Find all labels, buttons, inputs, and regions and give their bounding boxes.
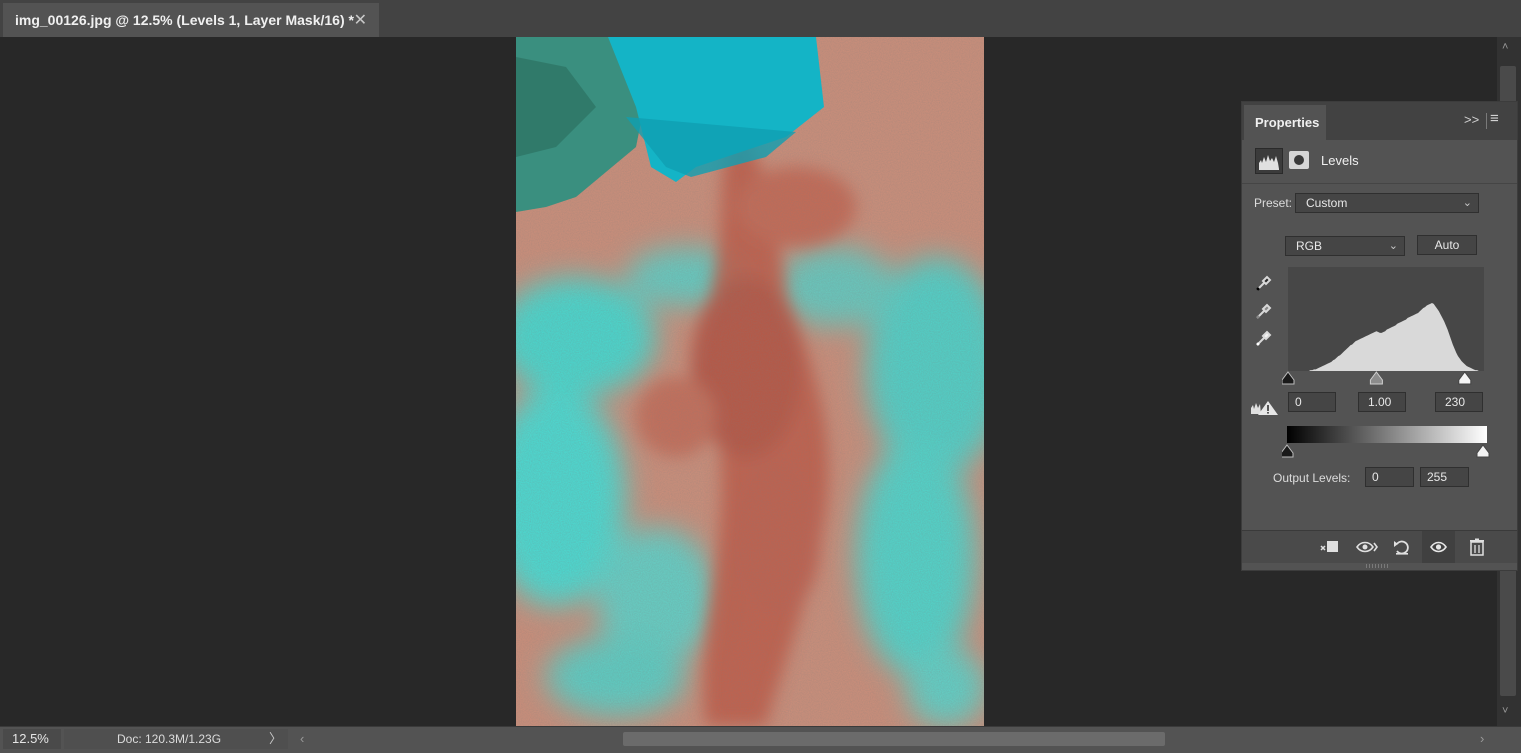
preset-value: Custom (1306, 196, 1348, 210)
input-gamma-slider (1369, 371, 1383, 385)
chevron-down-icon: ⌄ (1388, 240, 1398, 252)
adjustment-header: Levels (1242, 140, 1517, 184)
output-sliders[interactable] (1282, 443, 1492, 459)
reset-adjustment-icon[interactable] (1392, 538, 1412, 556)
properties-panel-header: Properties >> ≡ (1242, 102, 1517, 140)
header-divider (1486, 113, 1487, 129)
preset-select[interactable]: Custom ⌄ (1295, 193, 1479, 213)
input-gamma-field[interactable]: 1.00 (1358, 392, 1406, 412)
close-tab-icon[interactable]: ✕ (354, 10, 367, 30)
auto-button[interactable]: Auto (1417, 235, 1477, 255)
layer-mask-icon[interactable] (1289, 151, 1309, 169)
view-previous-state-icon[interactable] (1355, 538, 1379, 556)
input-white-slider (1458, 371, 1472, 385)
output-black-field[interactable]: 0 (1365, 467, 1414, 487)
scroll-up-icon[interactable]: ˄ (1502, 41, 1508, 53)
scroll-left-icon[interactable]: ‹ (300, 731, 304, 746)
horizontal-scroll-thumb[interactable] (623, 732, 1165, 746)
document-tab-title: img_00126.jpg @ 12.5% (Levels 1, Layer M… (15, 12, 354, 28)
output-levels-label: Output Levels: (1273, 471, 1351, 485)
horizontal-scrollbar[interactable]: ‹ › (296, 729, 1496, 749)
histogram-chart (1288, 303, 1484, 371)
clipping-warning-icon[interactable] (1250, 399, 1280, 417)
panel-footer (1242, 530, 1517, 563)
white-point-eyedropper-icon[interactable] (1254, 328, 1274, 348)
histogram-area (1288, 303, 1484, 371)
status-bar: 12.5% Doc: 120.3M/1.23G 〉 ‹ › (0, 726, 1521, 753)
toggle-visibility-button[interactable] (1422, 531, 1455, 563)
input-sliders[interactable] (1282, 370, 1492, 386)
output-black-slider (1282, 444, 1294, 458)
input-black-field[interactable]: 0 (1288, 392, 1336, 412)
scroll-right-icon[interactable]: › (1480, 731, 1484, 746)
doc-size-text: Doc: 120.3M/1.23G (117, 732, 222, 746)
output-white-slider (1476, 444, 1490, 458)
chevron-right-icon[interactable]: 〉 (269, 729, 282, 749)
document-tab-bar: img_00126.jpg @ 12.5% (Levels 1, Layer M… (0, 0, 1521, 37)
black-point-eyedropper-icon[interactable] (1254, 273, 1274, 293)
panel-menu-icon[interactable]: ≡ (1490, 110, 1499, 127)
adjustment-title: Levels (1321, 153, 1359, 168)
preset-label: Preset: (1254, 196, 1293, 210)
eye-icon (1430, 541, 1447, 553)
document-image[interactable] (516, 37, 984, 726)
chevron-down-icon: ⌄ (1462, 197, 1472, 209)
zoom-level-field[interactable]: 12.5% (3, 729, 61, 749)
scroll-down-icon[interactable]: ˅ (1502, 705, 1508, 717)
levels-adjustment-icon[interactable] (1255, 148, 1283, 174)
properties-panel: Properties >> ≡ Levels Preset: Custom ⌄ … (1241, 101, 1518, 571)
doc-size-info[interactable]: Doc: 120.3M/1.23G 〉 (64, 729, 288, 749)
clip-to-layer-icon[interactable] (1318, 538, 1338, 556)
expand-panel-icon[interactable]: >> (1464, 112, 1479, 127)
document-image-render (516, 37, 984, 726)
channel-select[interactable]: RGB ⌄ (1285, 236, 1405, 256)
input-black-slider (1282, 371, 1295, 385)
output-gradient-bar (1287, 426, 1487, 443)
panel-resize-grip[interactable] (1366, 564, 1390, 568)
output-white-field[interactable]: 255 (1420, 467, 1469, 487)
document-tab[interactable]: img_00126.jpg @ 12.5% (Levels 1, Layer M… (3, 3, 379, 37)
levels-histogram (1288, 267, 1484, 371)
input-white-field[interactable]: 230 (1435, 392, 1483, 412)
channel-value: RGB (1296, 239, 1323, 253)
properties-tab[interactable]: Properties (1244, 105, 1326, 140)
trash-icon[interactable] (1467, 538, 1487, 556)
gray-point-eyedropper-icon[interactable] (1254, 301, 1274, 321)
